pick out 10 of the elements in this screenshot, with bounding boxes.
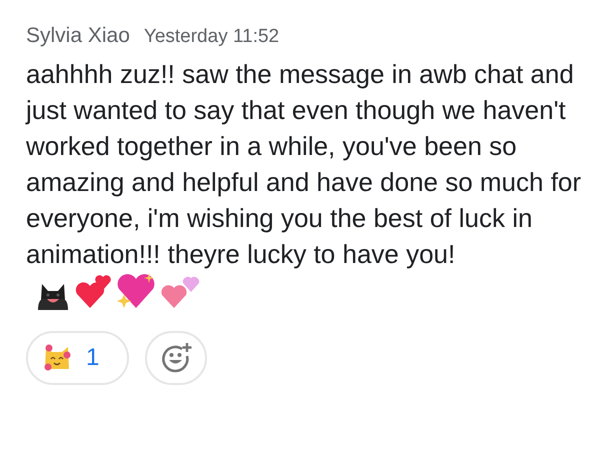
reaction-chip[interactable]: 1 — [26, 331, 130, 385]
sparkling-heart-icon — [116, 272, 156, 310]
hearts-icon — [160, 274, 200, 310]
message-text: aahhhh zuz!! saw the message in awb chat and just wanted to say that even though we haven't worked together in a while, you've been so amazing and helpful and have done so much for everyone, i'm wishing you the best of luck in animation!!! theyre lucky to have you! — [26, 59, 582, 269]
author-name: Sylvia Xiao — [26, 24, 130, 48]
hearts-icon — [74, 274, 112, 310]
add-emoji-icon — [160, 342, 192, 374]
cat-hearts-icon — [42, 343, 72, 373]
timestamp: Yesterday 11:52 — [144, 26, 280, 48]
add-reaction-button[interactable] — [145, 331, 208, 385]
